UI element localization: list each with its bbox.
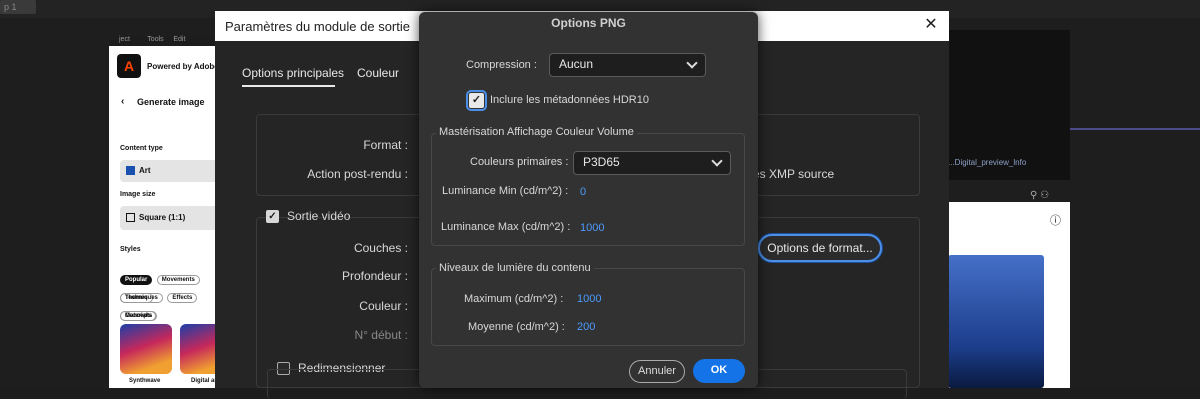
menu-item[interactable]: ject [119,36,130,43]
color-label: Couleur : [359,299,408,313]
background-tab[interactable]: p 1 [0,0,36,14]
format-options-button[interactable]: Options de format... [758,234,882,262]
maximum-value[interactable]: 1000 [577,293,601,305]
post-render-label: Action post-rendu : [307,167,408,181]
content-type-label: Content type [120,145,163,152]
content-light-group [431,268,745,346]
compression-select[interactable]: Aucun [549,53,706,77]
style-pill[interactable]: Movements [156,275,200,285]
maximum-label: Maximum (cd/m^2) : [464,293,564,305]
chevron-down-icon [686,57,698,69]
include-hdr10-checkbox[interactable]: ✓ [466,90,487,111]
background-file-text: ...Digital_preview_lnfo [948,158,1027,167]
style-pill[interactable]: Effects [167,293,198,303]
info-icon[interactable]: ⓘ [1050,212,1061,228]
format-label: Format : [363,138,408,152]
primaries-select[interactable]: P3D65 [573,151,731,175]
styles-label: Styles [120,246,141,253]
png-dialog-title: Options PNG [551,16,626,30]
background-timeline-line [1070,128,1200,130]
start-number-label: N° début : [354,328,409,342]
style-thumbnail[interactable] [180,324,219,374]
style-pill[interactable]: Techniques [120,293,163,303]
menu-item[interactable]: Edit [173,36,185,43]
primaries-value: P3D65 [583,155,620,169]
adobe-logo: A [117,54,141,78]
art-icon [126,166,135,176]
luminance-min-label: Luminance Min (cd/m^2) : [442,185,569,197]
video-output-checkbox[interactable]: ✓ [266,210,279,223]
include-hdr10-label: Inclure les métadonnées HDR10 [490,94,649,106]
back-icon[interactable]: ‹ [121,96,124,107]
content-type-value: Art [139,166,151,175]
luminance-min-value[interactable]: 0 [580,186,586,198]
primaries-label: Couleurs primaires : [470,156,569,168]
background-menu: ject Tools Edit [109,36,219,46]
depth-label: Profondeur : [341,269,408,283]
style-pill[interactable]: Concepts [120,311,158,321]
search-icon[interactable]: ⚲ ⚇ [1030,190,1049,201]
thumbnail-label: Synthwave [129,378,161,384]
square-icon [126,213,135,223]
ok-button[interactable]: OK [693,359,745,383]
cancel-button[interactable]: Annuler [629,360,685,383]
style-pills-row-3: Concepts [120,304,158,322]
image-size-select[interactable]: Square (1:1) [120,206,219,230]
image-size-value: Square (1:1) [139,213,186,222]
channels-label: Couches : [353,241,408,255]
preview-image [948,255,1044,388]
chevron-down-icon [711,155,723,167]
luminance-max-label: Luminance Max (cd/m^2) : [441,221,571,233]
close-icon[interactable]: ✕ [921,15,941,35]
content-light-group-title: Niveaux de lumière du contenu [436,262,594,274]
average-value[interactable]: 200 [577,321,595,333]
xmp-source-text: es XMP source [753,167,835,181]
menu-item[interactable]: Tools [147,36,163,43]
style-pill[interactable]: Popular [120,275,153,285]
compression-value: Aucun [559,57,594,71]
png-options-dialog: Options PNG Compression : Aucun ✓ Inclur… [419,12,758,388]
style-thumbnail[interactable] [120,324,172,374]
average-label: Moyenne (cd/m^2) : [468,321,565,333]
image-size-label: Image size [120,191,156,198]
adobe-side-panel: A Powered by Adobe ‹ Generate image Cont… [109,46,219,388]
compression-label: Compression : [466,59,537,71]
powered-by-text: Powered by Adobe [147,62,219,71]
mastering-group-title: Mastérisation Affichage Couleur Volume [436,126,637,138]
video-output-label: Sortie vidéo [287,209,351,223]
tab-main-options[interactable]: Options principales [242,66,344,80]
content-type-select[interactable]: Art [120,160,219,182]
active-tab-indicator [242,85,335,87]
tab-color[interactable]: Couleur [357,66,399,80]
panel-title: Generate image [137,97,205,107]
luminance-max-value[interactable]: 1000 [580,222,604,234]
